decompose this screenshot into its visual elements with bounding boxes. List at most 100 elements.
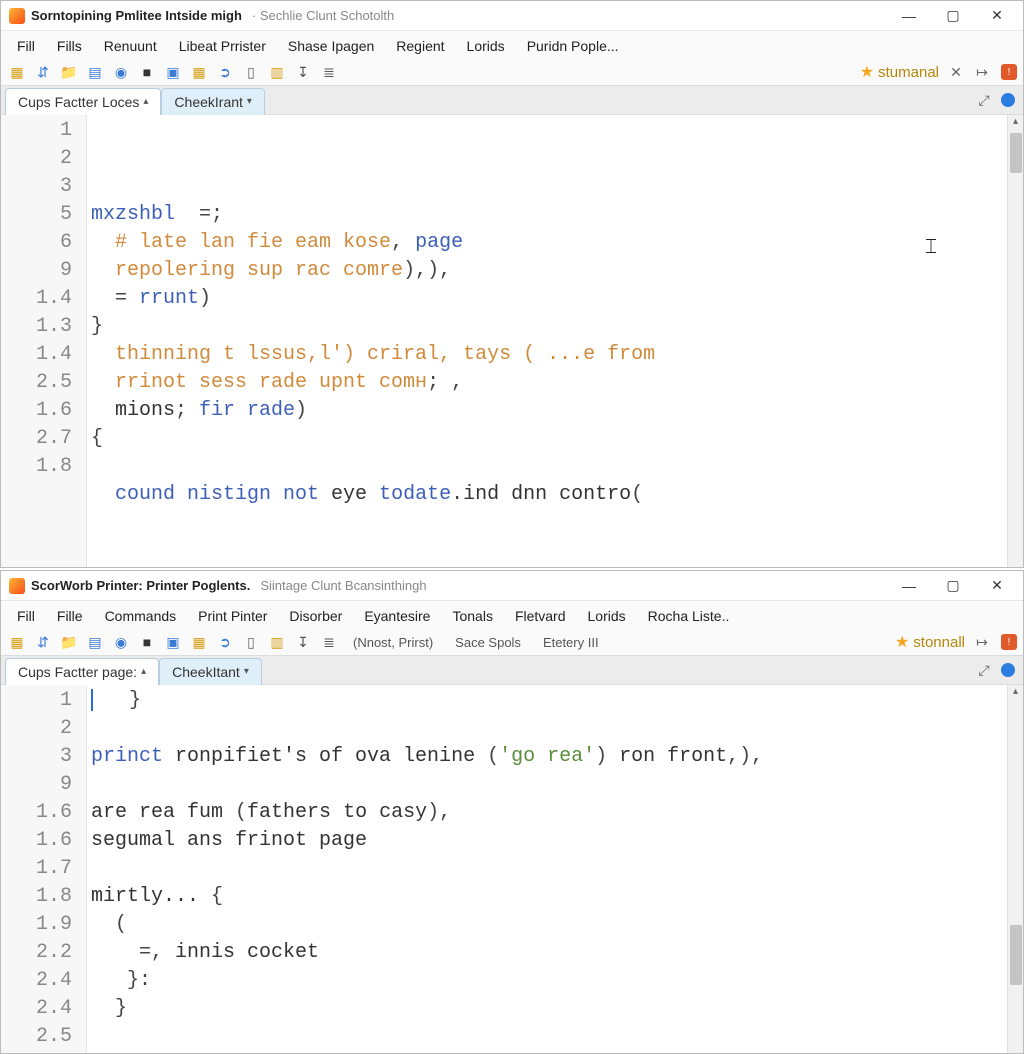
menu-item[interactable]: Commands bbox=[95, 605, 187, 627]
split-icon[interactable]: ⤢ bbox=[975, 91, 993, 109]
menu-item[interactable]: Fill bbox=[7, 605, 45, 627]
code-line[interactable]: cound nistign not eye todate.ind dnn con… bbox=[91, 481, 1003, 509]
toolbar-icon[interactable]: ▦ bbox=[7, 62, 27, 82]
toolbar-icon[interactable]: ▥ bbox=[267, 632, 287, 652]
code-line[interactable]: # late lan fie eam kose, page bbox=[91, 229, 1003, 257]
scroll-thumb[interactable] bbox=[1010, 925, 1022, 985]
code-line[interactable]: } bbox=[91, 313, 1003, 341]
toolbar-icon[interactable]: ▯ bbox=[241, 632, 261, 652]
notification-badge[interactable]: ! bbox=[1001, 634, 1017, 650]
toolbar-icon[interactable]: ▦ bbox=[189, 62, 209, 82]
code-line[interactable] bbox=[91, 1023, 1003, 1051]
toolbar-icon[interactable]: ▣ bbox=[163, 62, 183, 82]
maximize-button[interactable]: ▢ bbox=[931, 2, 975, 30]
tab-cups-factter-page[interactable]: Cups Factter page: ▴ bbox=[5, 658, 159, 685]
toolbar-icon[interactable]: ▦ bbox=[7, 632, 27, 652]
status-dot[interactable] bbox=[1001, 663, 1015, 677]
code-line[interactable]: princt ronpifiet's of ova lenine ('go re… bbox=[91, 743, 1003, 771]
close-small-icon[interactable]: ✕ bbox=[947, 63, 965, 81]
toolbar-icon[interactable]: ≣ bbox=[319, 62, 339, 82]
scroll-up-icon[interactable]: ▴ bbox=[1008, 115, 1023, 131]
code-line[interactable]: = rrunt) bbox=[91, 285, 1003, 313]
toolbar-icon[interactable]: ⇵ bbox=[33, 62, 53, 82]
notification-badge[interactable]: ! bbox=[1001, 64, 1017, 80]
menu-item[interactable]: Puridn Pople... bbox=[517, 35, 629, 57]
menu-item[interactable]: Print Pinter bbox=[188, 605, 277, 627]
code-line[interactable]: mxzshbl =; bbox=[91, 201, 1003, 229]
code-line[interactable]: { bbox=[91, 425, 1003, 453]
menu-item[interactable]: Lorids bbox=[457, 35, 515, 57]
minimize-button[interactable]: — bbox=[887, 572, 931, 600]
code-line[interactable]: mions; fir rade) bbox=[91, 397, 1003, 425]
tab-cheekirant[interactable]: CheekIrant ▾ bbox=[161, 88, 265, 115]
goto-icon[interactable]: ↦ bbox=[973, 63, 991, 81]
toolbar-icon[interactable]: ◉ bbox=[111, 62, 131, 82]
code-line[interactable] bbox=[91, 453, 1003, 481]
toolbar-icon[interactable]: ◉ bbox=[111, 632, 131, 652]
code-area[interactable]: ⌶ mxzshbl =; # late lan fie eam kose, pa… bbox=[87, 115, 1007, 567]
code-line[interactable]: segumal ans frinot page bbox=[91, 827, 1003, 855]
toolbar-icon[interactable]: ➲ bbox=[215, 62, 235, 82]
toolbar-icon[interactable]: ■ bbox=[137, 62, 157, 82]
toolbar-icon[interactable]: 📁 bbox=[59, 62, 79, 82]
editor[interactable]: 1235691.41.31.42.51.62.71.8 ⌶ mxzshbl =;… bbox=[1, 115, 1023, 567]
code-area[interactable]: } princt ronpifiet's of ova lenine ('go r… bbox=[87, 685, 1007, 1053]
menu-item[interactable]: Lorids bbox=[578, 605, 636, 627]
code-line[interactable]: =, innis cocket bbox=[91, 939, 1003, 967]
code-line[interactable] bbox=[91, 509, 1003, 537]
toolbar-icon[interactable]: ➲ bbox=[215, 632, 235, 652]
code-line[interactable]: thinning t lssus,l') criral, tays ( ...e… bbox=[91, 341, 1003, 369]
code-line[interactable]: mirtly... { bbox=[91, 883, 1003, 911]
tab-cheekitant[interactable]: CheekItant ▾ bbox=[159, 658, 262, 685]
toolbar-icon[interactable]: ↧ bbox=[293, 632, 313, 652]
minimize-button[interactable]: — bbox=[887, 2, 931, 30]
code-line[interactable] bbox=[91, 537, 1003, 565]
scroll-thumb[interactable] bbox=[1010, 133, 1022, 173]
close-button[interactable]: ✕ bbox=[975, 572, 1019, 600]
menu-item[interactable]: Fletvard bbox=[505, 605, 576, 627]
code-line[interactable]: ( bbox=[91, 911, 1003, 939]
menu-item[interactable]: Fille bbox=[47, 605, 93, 627]
code-line[interactable]: } bbox=[91, 995, 1003, 1023]
code-line[interactable]: rrinot sess rade upnt comн; , bbox=[91, 369, 1003, 397]
tab-cups-factter[interactable]: Cups Factter Loces ▴ bbox=[5, 88, 161, 115]
menu-item[interactable]: Tonals bbox=[442, 605, 502, 627]
toolbar-icon[interactable]: ⇵ bbox=[33, 632, 53, 652]
menu-item[interactable]: Shase Ipagen bbox=[278, 35, 384, 57]
vertical-scrollbar[interactable]: ▴ bbox=[1007, 685, 1023, 1053]
code-line[interactable]: } bbox=[91, 687, 1003, 715]
toolbar-icon[interactable]: 📁 bbox=[59, 632, 79, 652]
toolbar-icon[interactable]: ▦ bbox=[189, 632, 209, 652]
toolbar-icon[interactable]: ≣ bbox=[319, 632, 339, 652]
split-icon[interactable]: ⤢ bbox=[975, 661, 993, 679]
code-line[interactable]: are rea fum (fathers to casy), bbox=[91, 799, 1003, 827]
menu-item[interactable]: Fills bbox=[47, 35, 92, 57]
menu-item[interactable]: Libeat Prrister bbox=[169, 35, 276, 57]
star-label[interactable]: ★ stonnall ↦ ! bbox=[895, 632, 1017, 652]
status-dot[interactable] bbox=[1001, 93, 1015, 107]
menu-item[interactable]: Renuunt bbox=[94, 35, 167, 57]
maximize-button[interactable]: ▢ bbox=[931, 572, 975, 600]
toolbar-icon[interactable]: ▥ bbox=[267, 62, 287, 82]
code-line[interactable] bbox=[91, 771, 1003, 799]
toolbar-icon[interactable]: ▣ bbox=[163, 632, 183, 652]
editor[interactable]: 12391.61.61.71.81.92.22.42.42.5 }princt … bbox=[1, 685, 1023, 1053]
menu-item[interactable]: Eyantesire bbox=[354, 605, 440, 627]
menu-item[interactable]: Disorber bbox=[279, 605, 352, 627]
close-button[interactable]: ✕ bbox=[975, 2, 1019, 30]
toolbar-icon[interactable]: ■ bbox=[137, 632, 157, 652]
toolbar-icon[interactable]: ↧ bbox=[293, 62, 313, 82]
scroll-up-icon[interactable]: ▴ bbox=[1008, 685, 1023, 701]
toolbar-icon[interactable]: ▯ bbox=[241, 62, 261, 82]
goto-icon[interactable]: ↦ bbox=[973, 633, 991, 651]
menu-item[interactable]: Rocha Liste.. bbox=[638, 605, 740, 627]
code-line[interactable]: }: bbox=[91, 967, 1003, 995]
code-line[interactable]: repolering sup rac comre),), bbox=[91, 257, 1003, 285]
toolbar-icon[interactable]: ▤ bbox=[85, 632, 105, 652]
vertical-scrollbar[interactable]: ▴ bbox=[1007, 115, 1023, 567]
menu-item[interactable]: Fill bbox=[7, 35, 45, 57]
code-line[interactable] bbox=[91, 715, 1003, 743]
toolbar-icon[interactable]: ▤ bbox=[85, 62, 105, 82]
star-label[interactable]: ★ stumanal ✕ ↦ ! bbox=[860, 62, 1017, 82]
code-line[interactable] bbox=[91, 855, 1003, 883]
